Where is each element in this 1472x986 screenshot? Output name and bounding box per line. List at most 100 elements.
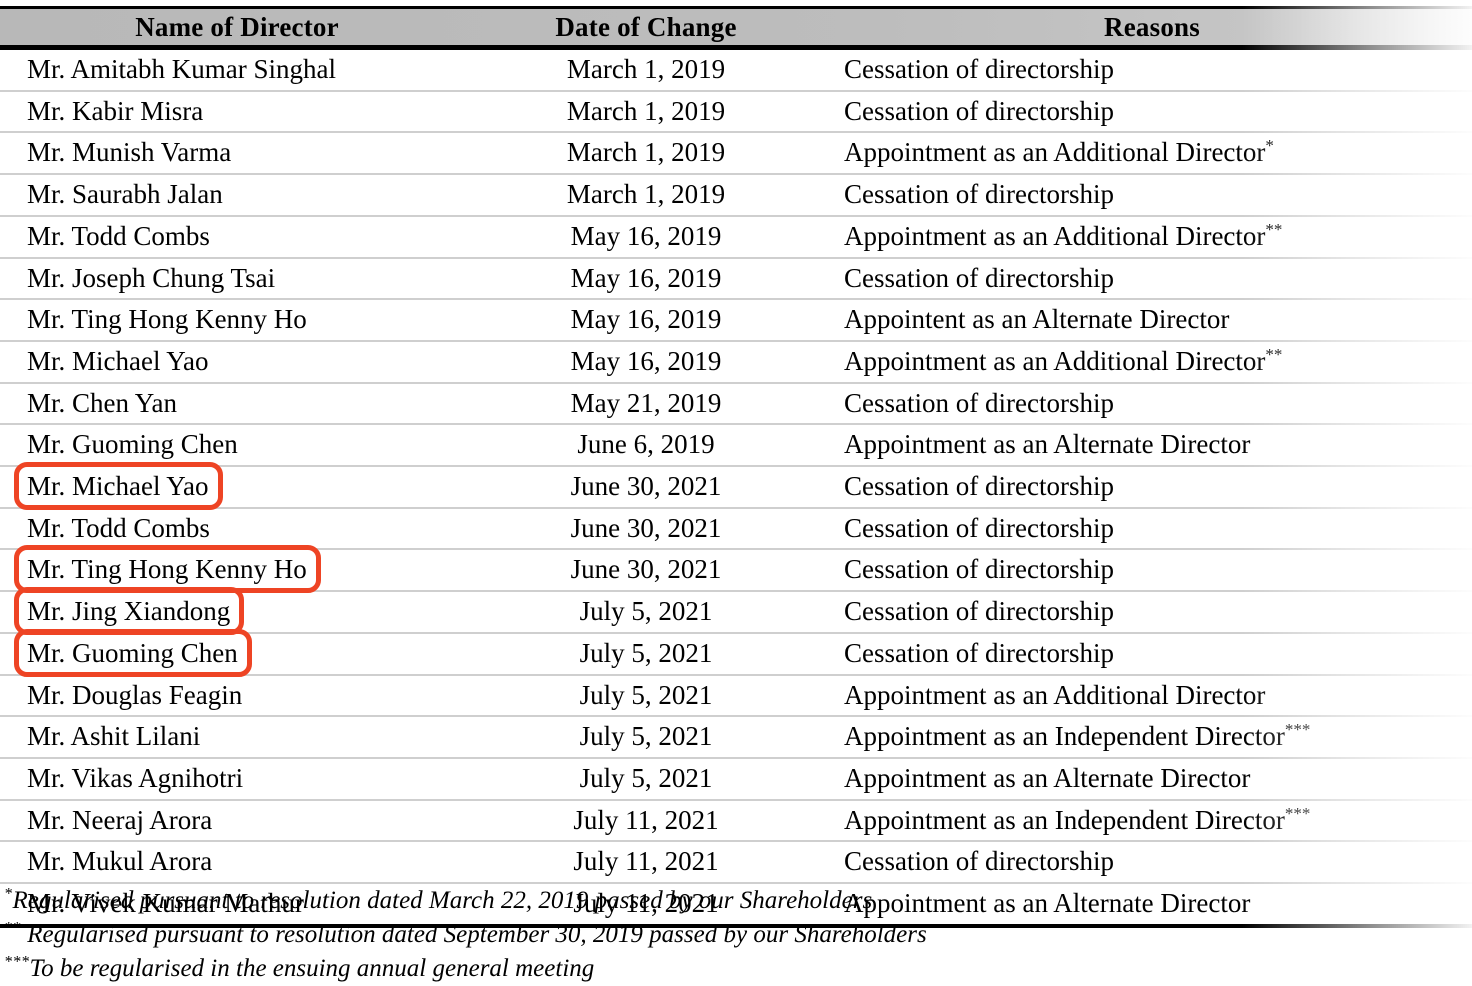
- cell-reason: Cessation of directorship: [832, 466, 1472, 509]
- reason-text: Appointment as an Additional Director: [844, 220, 1266, 251]
- cell-date-of-change: June 30, 2021: [460, 549, 832, 593]
- director-name-text: Mr. Saurabh Jalan: [27, 179, 223, 210]
- director-name-text: Mr. Ashit Lilani: [27, 721, 201, 752]
- cell-director-name: Mr. Ting Hong Kenny Ho: [0, 299, 460, 342]
- reason-text: Cessation of directorship: [844, 554, 1114, 585]
- table-row: Mr. Todd Combs May 16, 2019 Appointment as…: [0, 215, 1472, 259]
- table-row: Mr. Michael Yao May 16, 2019 Appointment a…: [0, 340, 1472, 384]
- cell-reason: Cessation of directorship: [832, 632, 1472, 676]
- cell-director-name: Mr. Kabir Misra: [0, 90, 460, 134]
- cell-director-name: Mr. Neeraj Arora: [0, 799, 460, 843]
- table-row: Mr. Amitabh Kumar Singhal March 1, 2019 Ce…: [0, 47, 1472, 92]
- director-name-text: Mr. Vikas Agnihotri: [27, 762, 244, 793]
- cell-date-of-change: June 6, 2019: [460, 424, 832, 468]
- table-row: Mr. Douglas Feagin July 5, 2021 Appointmen…: [0, 674, 1472, 718]
- footnote-text: Regularised pursuant to resolution dated…: [21, 921, 927, 948]
- footnote-marker: ***: [4, 953, 30, 971]
- director-name-text: Mr. Ting Hong Kenny Ho: [27, 554, 307, 585]
- table-header-row: Name of Director Date of Change Reasons: [0, 6, 1472, 50]
- cell-date-of-change: July 11, 2021: [460, 841, 832, 885]
- cell-director-name: Mr. Joseph Chung Tsai: [0, 257, 460, 301]
- cell-director-name: Mr. Douglas Feagin: [0, 674, 460, 718]
- table-row: Mr. Vikas Agnihotri July 5, 2021 Appointme…: [0, 757, 1472, 801]
- cell-date-of-change: May 21, 2019: [460, 382, 832, 426]
- cell-date-of-change: July 5, 2021: [460, 716, 832, 759]
- director-name-text: Mr. Jing Xiandong: [27, 596, 231, 627]
- cell-director-name: Mr. Amitabh Kumar Singhal: [0, 47, 460, 92]
- cell-date-of-change: May 16, 2019: [460, 215, 832, 259]
- director-changes-table: Name of Director Date of Change Reasons …: [0, 6, 1472, 928]
- reason-text: Appointment as an Additional Director: [844, 137, 1266, 168]
- director-name-text: Mr. Chen Yan: [27, 387, 178, 418]
- column-header-date-of-change: Date of Change: [460, 6, 832, 50]
- cell-reason: Cessation of directorship: [832, 841, 1472, 885]
- cell-date-of-change: March 1, 2019: [460, 132, 832, 176]
- table-row: Mr. Chen Yan May 21, 2019 Cessation of dir…: [0, 382, 1472, 426]
- cell-director-name: Mr. Munish Varma: [0, 132, 460, 176]
- cell-reason: Appointment as an Additional Director**: [832, 340, 1472, 384]
- table-row: Mr. Neeraj Arora July 11, 2021 Appointment…: [0, 799, 1472, 843]
- reason-text: Cessation of directorship: [844, 471, 1114, 502]
- column-header-reasons: Reasons: [832, 6, 1472, 50]
- footnote-marker: *: [1265, 136, 1274, 156]
- director-name-text: Mr. Guoming Chen: [27, 637, 238, 668]
- reason-text: Appointent as an Alternate Director: [844, 304, 1230, 335]
- reason-text: Appointment as an Additional Director: [844, 345, 1266, 376]
- cell-date-of-change: July 5, 2021: [460, 757, 832, 801]
- director-name-text: Mr. Guoming Chen: [27, 429, 238, 460]
- director-name-text: Mr. Amitabh Kumar Singhal: [27, 54, 336, 84]
- director-name-text: Mr. Kabir Misra: [27, 95, 204, 126]
- table-row: Mr. Ting Hong Kenny Ho May 16, 2019 Appoin…: [0, 299, 1472, 342]
- cell-date-of-change: July 5, 2021: [460, 632, 832, 676]
- cell-date-of-change: March 1, 2019: [460, 174, 832, 217]
- cell-date-of-change: May 16, 2019: [460, 340, 832, 384]
- table-row: Mr. Todd Combs June 30, 2021 Cessation of …: [0, 507, 1472, 551]
- director-name-text: Mr. Todd Combs: [27, 512, 210, 543]
- cell-reason: Appointment as an Independent Director**…: [832, 799, 1472, 843]
- reason-text: Appointment as an Independent Director: [844, 721, 1285, 752]
- cell-reason: Appointent as an Alternate Director: [832, 299, 1472, 342]
- director-name-text: Mr. Douglas Feagin: [27, 679, 243, 710]
- column-header-name-of-director: Name of Director: [0, 6, 460, 50]
- cell-date-of-change: March 1, 2019: [460, 47, 832, 92]
- table-row: Mr. Ting Hong Kenny Ho June 30, 2021 Cessa…: [0, 549, 1472, 593]
- cell-reason: Appointment as an Additional Director**: [832, 215, 1472, 259]
- reason-text: Cessation of directorship: [844, 95, 1114, 126]
- reason-text: Appointment as an Independent Director: [844, 804, 1285, 835]
- director-name-text: Mr. Joseph Chung Tsai: [27, 262, 276, 293]
- cell-reason: Cessation of directorship: [832, 507, 1472, 551]
- cell-reason: Cessation of directorship: [832, 549, 1472, 593]
- cell-director-name: Mr. Mukul Arora: [0, 841, 460, 885]
- footnote-marker: **: [1265, 219, 1283, 239]
- director-name-text: Mr. Ting Hong Kenny Ho: [27, 304, 307, 335]
- cell-reason: Cessation of directorship: [832, 591, 1472, 634]
- director-name-text: Mr. Todd Combs: [27, 220, 210, 251]
- cell-date-of-change: March 1, 2019: [460, 90, 832, 134]
- cell-director-name: Mr. Michael Yao: [0, 466, 460, 509]
- cell-date-of-change: July 5, 2021: [460, 674, 832, 718]
- cell-reason: Appointment as an Additional Director: [832, 674, 1472, 718]
- cell-date-of-change: June 30, 2021: [460, 466, 832, 509]
- footnote-line: ***To be regularised in the ensuing annu…: [0, 952, 1260, 986]
- cell-reason: Appointment as an Additional Director*: [832, 132, 1472, 176]
- footnote-text: To be regularised in the ensuing annual …: [29, 955, 595, 982]
- table-row: Mr. Guoming Chen June 6, 2019 Appointment …: [0, 424, 1472, 468]
- director-name-text: Mr. Munish Varma: [27, 137, 232, 168]
- footnote-marker: ***: [1284, 803, 1311, 823]
- cell-director-name: Mr. Guoming Chen: [0, 632, 460, 676]
- director-name-text: Mr. Michael Yao: [27, 471, 209, 502]
- cell-reason: Cessation of directorship: [832, 174, 1472, 217]
- table-row: Mr. Guoming Chen July 5, 2021 Cessation of…: [0, 632, 1472, 676]
- reason-text: Cessation of directorship: [844, 596, 1114, 627]
- reason-text: Appointment as an Additional Director: [844, 679, 1266, 710]
- cell-director-name: Mr. Michael Yao: [0, 340, 460, 384]
- table-row: Mr. Ashit Lilani July 5, 2021 Appointment …: [0, 716, 1472, 759]
- reason-text: Cessation of directorship: [844, 54, 1114, 84]
- cell-director-name: Mr. Jing Xiandong: [0, 591, 460, 634]
- director-name-text: Mr. Mukul Arora: [27, 846, 213, 877]
- table-row: Mr. Saurabh Jalan March 1, 2019 Cessation …: [0, 174, 1472, 217]
- cell-director-name: Mr. Chen Yan: [0, 382, 460, 426]
- table-row: Mr. Jing Xiandong July 5, 2021 Cessation o…: [0, 591, 1472, 634]
- table-row: Mr. Michael Yao June 30, 2021 Cessation of…: [0, 466, 1472, 509]
- cell-director-name: Mr. Ashit Lilani: [0, 716, 460, 759]
